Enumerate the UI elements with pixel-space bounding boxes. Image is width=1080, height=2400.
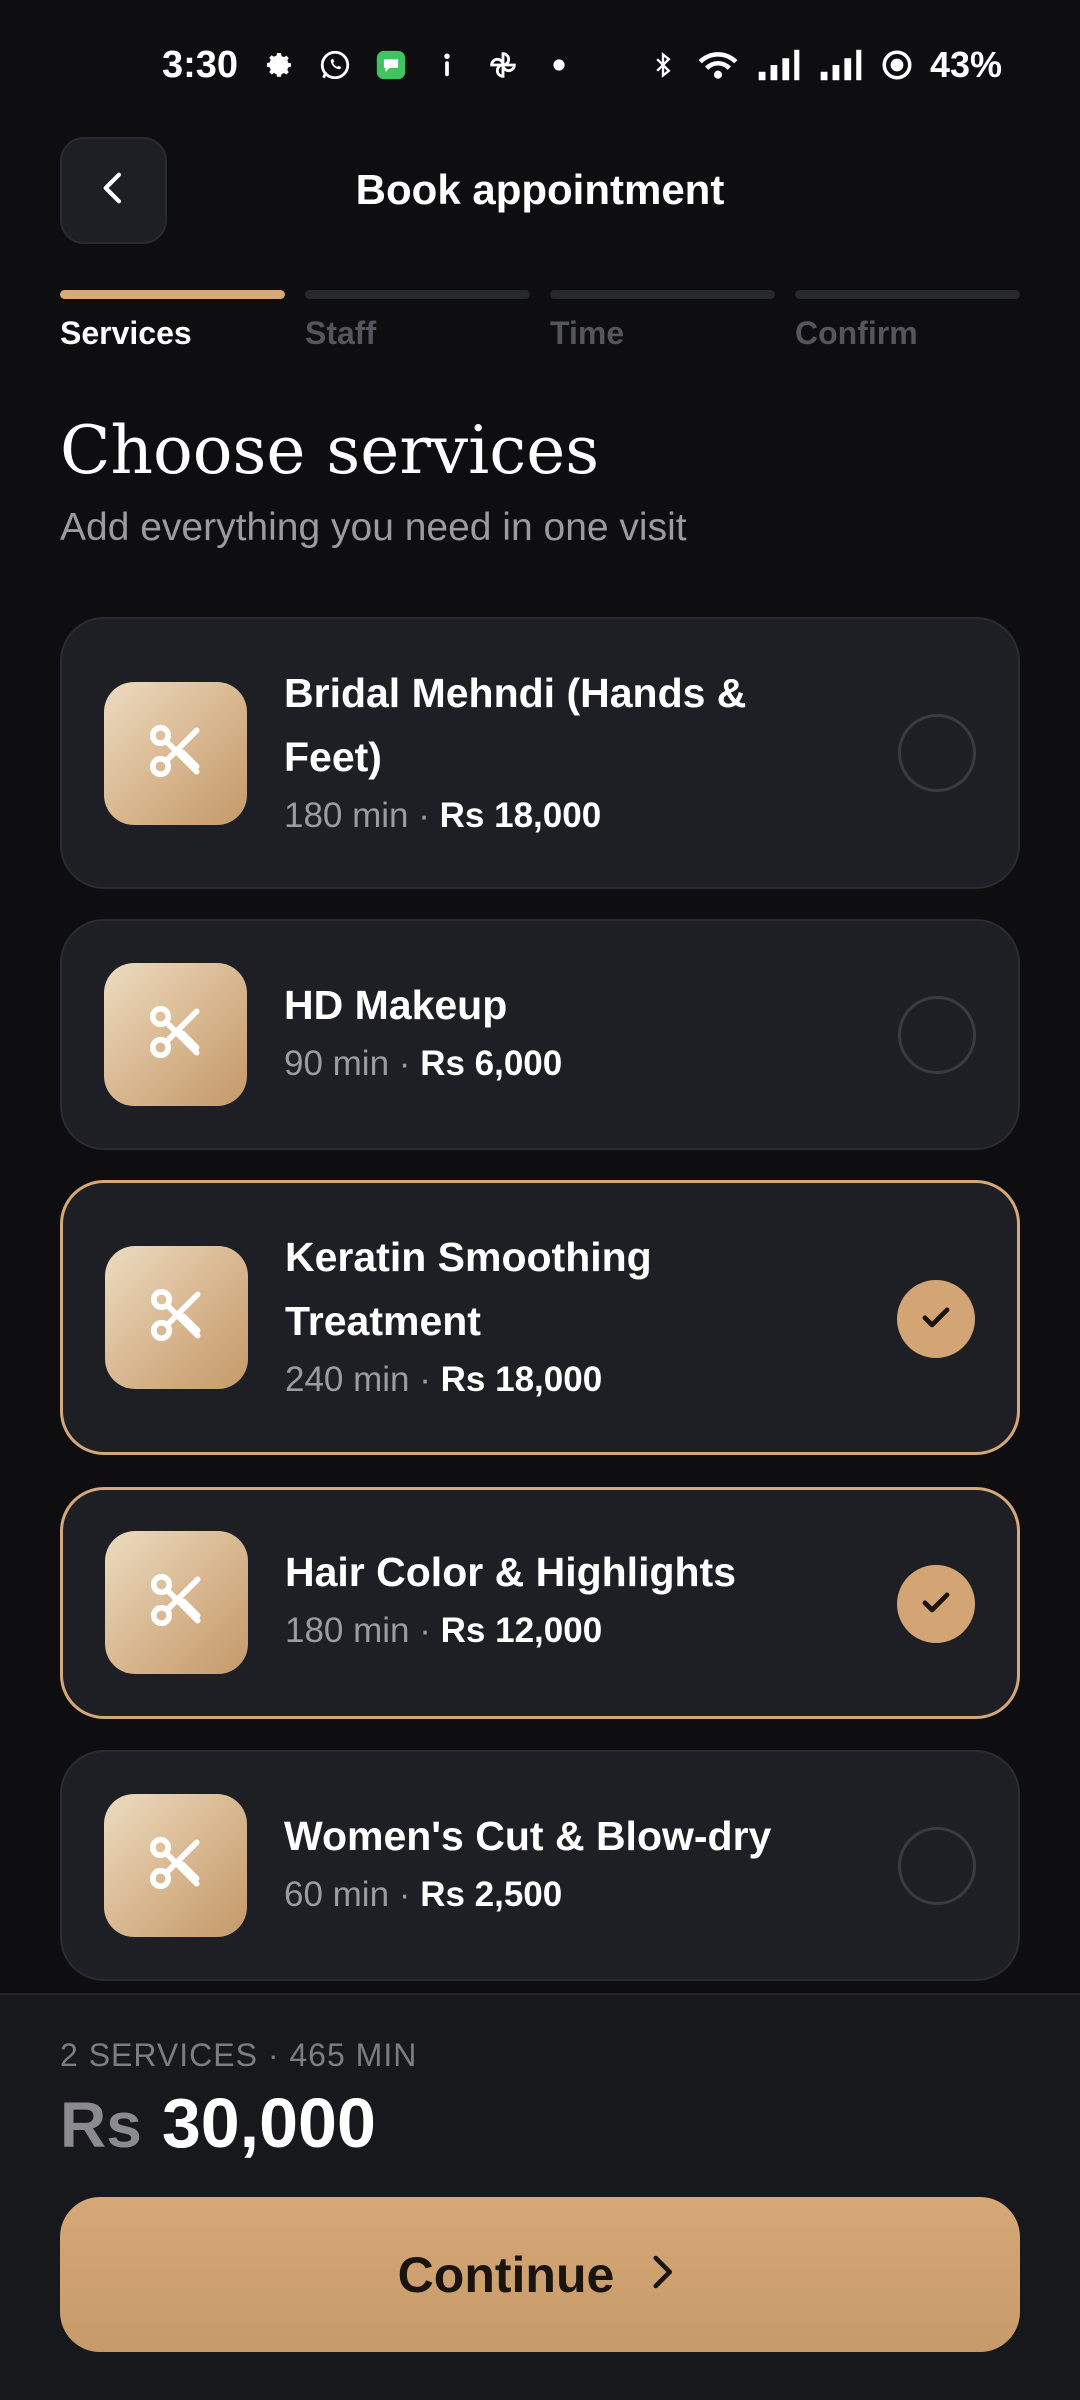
selection-summary: 2 SERVICES · 465 MIN bbox=[60, 2037, 418, 2073]
step-label: Services bbox=[60, 315, 192, 351]
service-card-bridal-mehndi[interactable]: Bridal Mehndi (Hands & Feet) 180 min · R… bbox=[60, 617, 1020, 889]
service-thumbnail bbox=[105, 1531, 248, 1674]
service-card-hair-color[interactable]: Hair Color & Highlights 180 min · Rs 12,… bbox=[60, 1487, 1020, 1719]
service-price: Rs 6,000 bbox=[420, 1044, 563, 1083]
service-thumbnail bbox=[105, 1246, 248, 1389]
continue-button[interactable]: Continue bbox=[60, 2197, 1020, 2352]
service-name: Hair Color & Highlights bbox=[285, 1549, 736, 1595]
service-card-womens-cut[interactable]: Women's Cut & Blow-dry 60 min · Rs 2,500 bbox=[60, 1750, 1020, 1981]
booking-summary-footer: 2 SERVICES · 465 MIN Rs 30,000 Continue bbox=[0, 1993, 1080, 2400]
step-progress-bar bbox=[305, 290, 530, 299]
checkmark-icon bbox=[917, 1583, 955, 1626]
service-name: Women's Cut & Blow-dry bbox=[284, 1813, 772, 1859]
service-duration: 180 min bbox=[285, 1611, 410, 1650]
service-duration: 240 min bbox=[285, 1360, 410, 1399]
scissors-icon bbox=[146, 1569, 208, 1636]
meta-separator: · bbox=[419, 1611, 431, 1650]
service-name: Bridal Mehndi (Hands & Feet) bbox=[284, 670, 747, 780]
service-duration: 90 min bbox=[284, 1044, 390, 1083]
service-duration: 60 min bbox=[284, 1875, 390, 1914]
section-subheading: Add everything you need in one visit bbox=[60, 506, 687, 549]
service-card-hd-makeup[interactable]: HD Makeup 90 min · Rs 6,000 bbox=[60, 919, 1020, 1150]
service-meta: 180 min · Rs 18,000 bbox=[284, 791, 844, 841]
service-meta: 240 min · Rs 18,000 bbox=[285, 1355, 845, 1405]
service-thumbnail bbox=[104, 963, 247, 1106]
battery-percent: 43% bbox=[929, 44, 1002, 85]
scissors-icon bbox=[145, 1832, 207, 1899]
service-name: HD Makeup bbox=[284, 982, 508, 1028]
service-meta: 180 min · Rs 12,000 bbox=[285, 1606, 845, 1656]
step-label: Time bbox=[550, 315, 625, 351]
service-meta: 90 min · Rs 6,000 bbox=[284, 1039, 844, 1089]
dot-icon bbox=[542, 48, 576, 82]
whatsapp-icon bbox=[318, 48, 352, 82]
service-thumbnail bbox=[104, 682, 247, 825]
step-progress-bar bbox=[795, 290, 1020, 299]
service-info: Hair Color & Highlights 180 min · Rs 12,… bbox=[285, 1540, 845, 1656]
signal-icon bbox=[756, 48, 802, 82]
chevron-right-icon bbox=[640, 2251, 682, 2298]
wifi-icon bbox=[696, 48, 740, 82]
meta-separator: · bbox=[418, 796, 430, 835]
scissors-icon bbox=[145, 1001, 207, 1068]
service-select-toggle[interactable] bbox=[897, 1565, 975, 1643]
service-card-keratin-smoothing[interactable]: Keratin Smoothing Treatment 240 min · Rs… bbox=[60, 1180, 1020, 1455]
service-info: Bridal Mehndi (Hands & Feet) 180 min · R… bbox=[284, 661, 844, 841]
meta-separator: · bbox=[398, 1044, 411, 1083]
service-info: HD Makeup 90 min · Rs 6,000 bbox=[284, 973, 844, 1089]
settings-icon bbox=[262, 48, 296, 82]
page-title: Book appointment bbox=[355, 166, 725, 213]
meta-separator: · bbox=[398, 1875, 411, 1914]
step-time[interactable]: Time bbox=[550, 290, 775, 352]
step-progress-bar bbox=[60, 290, 285, 299]
service-select-toggle[interactable] bbox=[898, 714, 976, 792]
messages-icon bbox=[374, 48, 408, 82]
service-price: Rs 12,000 bbox=[440, 1611, 603, 1650]
notification-icons bbox=[262, 48, 576, 82]
total-currency: Rs bbox=[60, 2089, 142, 2161]
status-time: 3:30 bbox=[162, 44, 239, 86]
meta-separator: · bbox=[419, 1360, 431, 1399]
step-services[interactable]: Services bbox=[60, 290, 285, 352]
status-bar: 3:30 43% bbox=[0, 0, 1080, 140]
signal-icon bbox=[818, 48, 864, 82]
service-name: Keratin Smoothing Treatment bbox=[285, 1234, 652, 1344]
battery-ring-icon bbox=[880, 48, 914, 82]
service-select-toggle[interactable] bbox=[898, 1827, 976, 1905]
step-staff[interactable]: Staff bbox=[305, 290, 530, 352]
service-price: Rs 18,000 bbox=[440, 1360, 603, 1399]
system-icons: 43% bbox=[646, 44, 1002, 86]
scissors-icon bbox=[146, 1284, 208, 1351]
service-price: Rs 2,500 bbox=[420, 1875, 563, 1914]
section-heading: Choose services bbox=[60, 412, 600, 489]
service-price: Rs 18,000 bbox=[439, 796, 602, 835]
total-amount: 30,000 bbox=[161, 2084, 376, 2162]
step-label: Confirm bbox=[795, 315, 918, 351]
info-icon bbox=[430, 48, 464, 82]
step-progress-bar bbox=[550, 290, 775, 299]
service-select-toggle[interactable] bbox=[897, 1280, 975, 1358]
pinwheel-icon bbox=[486, 48, 520, 82]
total-price: Rs 30,000 bbox=[60, 2083, 376, 2163]
book-appointment-screen: 3:30 43% Book appointment Services Staff… bbox=[0, 0, 1080, 2400]
service-info: Keratin Smoothing Treatment 240 min · Rs… bbox=[285, 1225, 845, 1405]
scissors-icon bbox=[145, 720, 207, 787]
continue-label: Continue bbox=[397, 2246, 615, 2303]
service-duration: 180 min bbox=[284, 796, 409, 835]
checkmark-icon bbox=[917, 1298, 955, 1341]
bluetooth-icon bbox=[646, 48, 680, 82]
service-select-toggle[interactable] bbox=[898, 996, 976, 1074]
service-info: Women's Cut & Blow-dry 60 min · Rs 2,500 bbox=[284, 1804, 844, 1920]
service-thumbnail bbox=[104, 1794, 247, 1937]
booking-stepper: Services Staff Time Confirm bbox=[60, 290, 1020, 352]
step-label: Staff bbox=[305, 315, 377, 351]
step-confirm[interactable]: Confirm bbox=[795, 290, 1020, 352]
service-meta: 60 min · Rs 2,500 bbox=[284, 1870, 844, 1920]
